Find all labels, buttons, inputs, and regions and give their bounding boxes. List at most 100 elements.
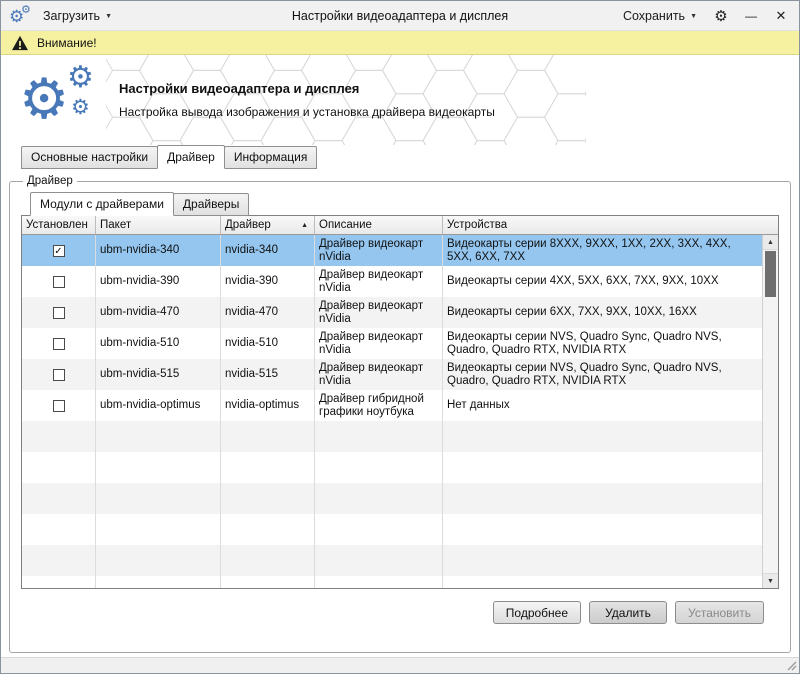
table-row[interactable]: ubm-nvidia-515 nvidia-515 Драйвер видеок… — [22, 359, 762, 390]
resize-grip-icon[interactable] — [786, 660, 797, 671]
table-row-empty — [22, 514, 762, 545]
driver-cell: nvidia-470 — [221, 297, 315, 328]
installed-checkbox[interactable] — [53, 369, 65, 381]
empty-cell — [315, 514, 443, 545]
installed-checkbox[interactable] — [53, 400, 65, 412]
table-row[interactable]: ✓ ubm-nvidia-340 nvidia-340 Драйвер виде… — [22, 235, 762, 266]
empty-cell — [221, 483, 315, 514]
tab-drivers[interactable]: Драйверы — [173, 193, 249, 216]
table-row[interactable]: ubm-nvidia-470 nvidia-470 Драйвер видеок… — [22, 297, 762, 328]
save-button[interactable]: Сохранить ▼ — [615, 5, 705, 27]
empty-cell — [22, 514, 96, 545]
column-header-description[interactable]: Описание — [315, 216, 443, 234]
empty-cell — [443, 576, 762, 588]
package-cell: ubm-nvidia-515 — [96, 359, 221, 390]
warning-banner: Внимание! — [1, 31, 799, 55]
installed-cell — [22, 297, 96, 328]
empty-cell — [96, 576, 221, 588]
empty-cell — [22, 545, 96, 576]
empty-cell — [22, 452, 96, 483]
empty-cell — [443, 514, 762, 545]
empty-cell — [315, 545, 443, 576]
close-button[interactable]: ✕ — [767, 4, 795, 28]
empty-cell — [315, 576, 443, 588]
empty-cell — [22, 483, 96, 514]
main-tab-bar: Основные настройки Драйвер Информация — [1, 145, 799, 169]
delete-button[interactable]: Удалить — [589, 601, 667, 624]
package-cell: ubm-nvidia-340 — [96, 235, 221, 266]
installed-checkbox[interactable]: ✓ — [53, 245, 65, 257]
devices-cell: Видеокарты серии 8XXX, 9XXX, 1XX, 2XX, 3… — [443, 235, 762, 266]
table-row[interactable]: ubm-nvidia-510 nvidia-510 Драйвер видеок… — [22, 328, 762, 359]
gears-logo-icon: ⚙ ⚙ ⚙ — [19, 65, 119, 137]
content-area: Драйвер Модули с драйверами Драйверы Уст… — [1, 169, 799, 657]
tab-driver[interactable]: Драйвер — [157, 145, 225, 169]
driver-groupbox: Драйвер Модули с драйверами Драйверы Уст… — [9, 175, 791, 653]
page-subtitle: Настройка вывода изображения и установка… — [119, 105, 495, 119]
driver-cell: nvidia-510 — [221, 328, 315, 359]
empty-cell — [96, 545, 221, 576]
minimize-button[interactable]: — — [737, 4, 765, 28]
action-button-row: Подробнее Удалить Установить — [21, 601, 779, 624]
empty-cell — [221, 421, 315, 452]
devices-cell: Нет данных — [443, 390, 762, 421]
description-cell: Драйвер видеокарт nVidia — [315, 359, 443, 390]
table-row-empty — [22, 421, 762, 452]
column-header-devices[interactable]: Устройства — [443, 216, 778, 234]
installed-checkbox[interactable] — [53, 307, 65, 319]
empty-cell — [221, 514, 315, 545]
sort-ascending-icon: ▲ — [301, 222, 310, 229]
warning-text: Внимание! — [37, 36, 97, 50]
package-cell: ubm-nvidia-390 — [96, 266, 221, 297]
installed-cell — [22, 328, 96, 359]
table-row[interactable]: ubm-nvidia-390 nvidia-390 Драйвер видеок… — [22, 266, 762, 297]
scroll-down-icon[interactable]: ▼ — [763, 573, 778, 588]
table-row-empty — [22, 576, 762, 588]
table-row-empty — [22, 452, 762, 483]
driver-cell: nvidia-optimus — [221, 390, 315, 421]
empty-cell — [221, 576, 315, 588]
installed-cell: ✓ — [22, 235, 96, 266]
table-row-empty — [22, 483, 762, 514]
installed-checkbox[interactable] — [53, 276, 65, 288]
table-row-empty — [22, 545, 762, 576]
column-header-package[interactable]: Пакет — [96, 216, 221, 234]
app-window: Настройки видеоадаптера и дисплея ⚙ ⚙ За… — [0, 0, 800, 674]
empty-cell — [96, 421, 221, 452]
install-button[interactable]: Установить — [675, 601, 764, 624]
titlebar: Настройки видеоадаптера и дисплея ⚙ ⚙ За… — [1, 1, 799, 31]
app-gears-icon: ⚙ ⚙ — [9, 5, 33, 27]
table-row[interactable]: ubm-nvidia-optimus nvidia-optimus Драйве… — [22, 390, 762, 421]
devices-cell: Видеокарты серии 4XX, 5XX, 6XX, 7XX, 9XX… — [443, 266, 762, 297]
details-button[interactable]: Подробнее — [493, 601, 581, 624]
tab-basic-settings[interactable]: Основные настройки — [21, 146, 158, 169]
tab-information[interactable]: Информация — [224, 146, 317, 169]
page-header: ⚙ ⚙ ⚙ Настройки видеоадаптера и дисплея … — [1, 55, 799, 145]
table-header: Установлен Пакет Драйвер ▲ Описание Устр… — [22, 216, 778, 235]
empty-cell — [221, 545, 315, 576]
empty-cell — [96, 483, 221, 514]
vertical-scrollbar[interactable]: ▲ ▼ — [762, 235, 778, 588]
scrollbar-track[interactable] — [763, 250, 778, 573]
empty-cell — [22, 421, 96, 452]
page-title: Настройки видеоадаптера и дисплея — [119, 81, 495, 96]
scroll-up-icon[interactable]: ▲ — [763, 235, 778, 250]
package-cell: ubm-nvidia-optimus — [96, 390, 221, 421]
tab-driver-modules[interactable]: Модули с драйверами — [30, 192, 174, 216]
empty-cell — [443, 452, 762, 483]
installed-cell — [22, 266, 96, 297]
warning-icon — [11, 35, 29, 51]
driver-table: Установлен Пакет Драйвер ▲ Описание Устр… — [21, 215, 779, 589]
dropdown-arrow-icon: ▼ — [105, 11, 112, 20]
description-cell: Драйвер видеокарт nVidia — [315, 235, 443, 266]
driver-cell: nvidia-390 — [221, 266, 315, 297]
scrollbar-thumb[interactable] — [765, 251, 776, 297]
load-button[interactable]: Загрузить ▼ — [35, 5, 120, 27]
devices-cell: Видеокарты серии NVS, Quadro Sync, Quadr… — [443, 359, 762, 390]
column-header-driver[interactable]: Драйвер ▲ — [221, 216, 315, 234]
installed-checkbox[interactable] — [53, 338, 65, 350]
column-header-installed[interactable]: Установлен — [22, 216, 96, 234]
settings-gear-icon[interactable]: ⚙ — [707, 4, 735, 28]
inner-tab-bar: Модули с драйверами Драйверы — [21, 193, 779, 216]
empty-cell — [443, 421, 762, 452]
